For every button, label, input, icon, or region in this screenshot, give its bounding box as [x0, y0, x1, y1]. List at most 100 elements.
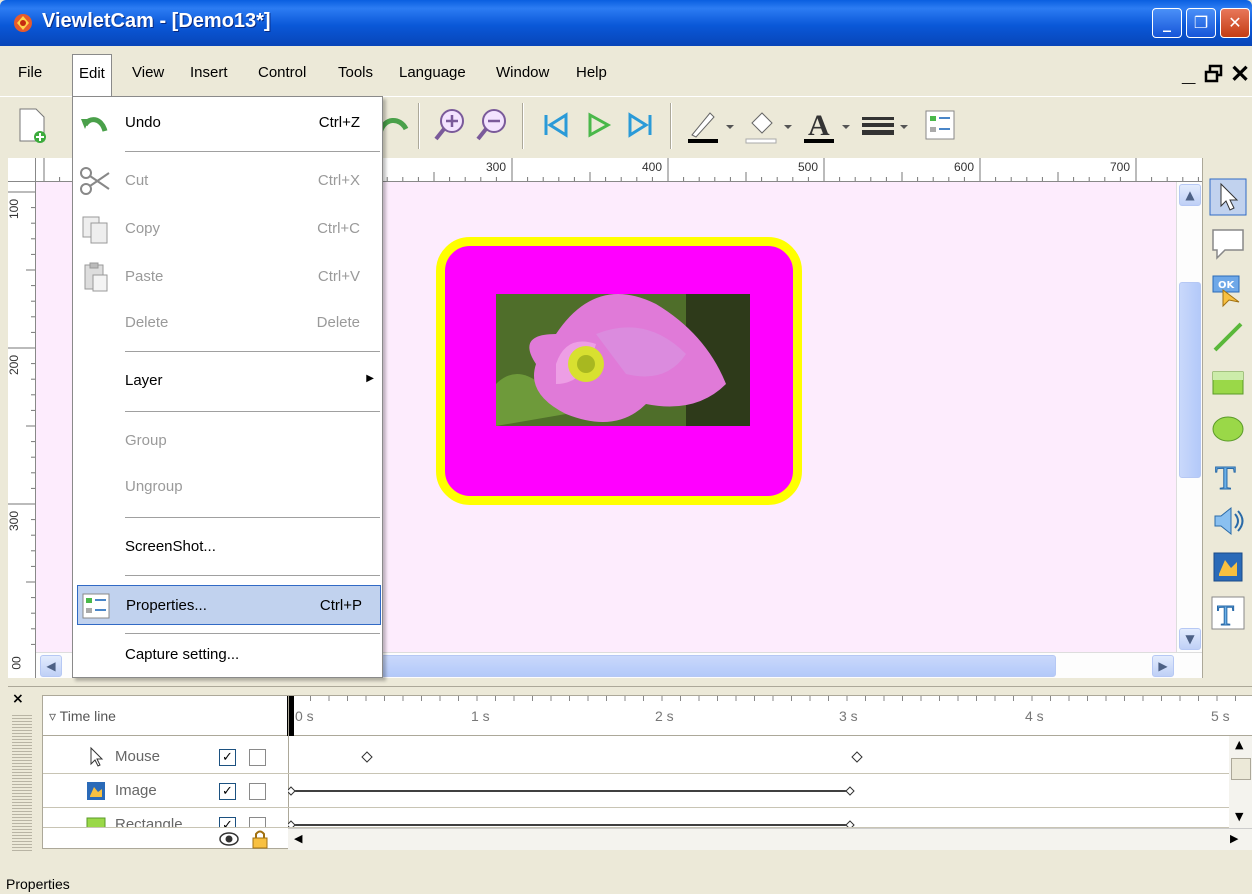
scroll-up-button[interactable]: ▲ — [1179, 184, 1201, 206]
tool-palette: OK T T — [1202, 158, 1252, 678]
mouse-keyframes — [361, 751, 863, 763]
text-tool-icon[interactable]: T — [1209, 456, 1247, 495]
menu-item-delete[interactable]: Delete Delete — [73, 303, 382, 343]
text-box-tool-icon[interactable]: T — [1209, 594, 1247, 632]
visibility-checkbox[interactable]: ✓ — [219, 749, 236, 766]
flower-image[interactable] — [496, 294, 750, 426]
sound-tool-icon[interactable] — [1209, 502, 1247, 540]
scroll-right-button[interactable]: ▶ — [1152, 655, 1174, 677]
timeline-vertical-scrollbar[interactable]: ▲ ▼ — [1229, 736, 1252, 828]
canvas-vertical-scrollbar[interactable]: ▲ ▼ — [1176, 182, 1202, 652]
menu-tools[interactable]: Tools — [338, 64, 373, 81]
line-style-icon[interactable] — [860, 105, 910, 145]
menu-window[interactable]: Window — [496, 64, 549, 81]
scroll-left-button[interactable]: ◀ — [40, 655, 62, 677]
menu-item-shortcut: Ctrl+C — [317, 220, 360, 237]
timeline-scroll-down-icon[interactable]: ▼ — [1235, 810, 1243, 823]
new-document-icon[interactable] — [14, 105, 50, 145]
track-label: Rectangle — [115, 816, 183, 828]
track-label: Mouse — [115, 748, 161, 765]
menu-item-layer[interactable]: Layer ▶ — [73, 361, 382, 401]
lock-checkbox[interactable] — [249, 817, 266, 827]
menu-item-undo[interactable]: Undo Ctrl+Z — [73, 103, 382, 143]
timeline-scroll-right-icon[interactable]: ▶ — [1230, 832, 1238, 845]
menu-item-label: Group — [125, 432, 167, 449]
track-row-image[interactable]: Image ✓ — [43, 774, 1252, 808]
line-color-icon[interactable] — [686, 105, 736, 145]
lock-icon — [252, 830, 268, 849]
mdi-restore-button[interactable] — [1204, 64, 1224, 90]
rectangle-duration-bar[interactable] — [288, 808, 1228, 828]
callout-tool-icon[interactable] — [1209, 226, 1247, 264]
timeline-scale — [291, 696, 1236, 701]
visibility-checkbox[interactable]: ✓ — [219, 783, 236, 800]
close-button[interactable]: ✕ — [1220, 8, 1250, 38]
menu-item-group[interactable]: Group — [73, 421, 382, 461]
track-row-rectangle[interactable]: Rectangle ✓ — [43, 808, 1252, 828]
menu-item-shortcut: Ctrl+P — [319, 597, 362, 614]
ruler-label: 400 — [642, 160, 663, 174]
timeline-scroll-up-icon[interactable]: ▲ — [1235, 738, 1243, 751]
timeline-scroll-thumb[interactable] — [1231, 758, 1251, 780]
button-tool-icon[interactable]: OK — [1209, 272, 1247, 310]
menu-insert[interactable]: Insert — [190, 64, 228, 81]
toolbar-separator — [418, 103, 420, 149]
toolbar-separator — [670, 103, 672, 149]
last-frame-icon[interactable] — [622, 105, 658, 145]
timeline-grip[interactable] — [12, 713, 32, 853]
horizontal-scroll-thumb[interactable] — [381, 655, 1056, 677]
fill-color-icon[interactable] — [744, 105, 794, 145]
scroll-down-button[interactable]: ▼ — [1179, 628, 1201, 650]
lock-checkbox[interactable] — [249, 749, 266, 766]
font-color-icon[interactable]: A — [802, 105, 852, 145]
ruler-bottom-corner: 00 — [8, 652, 36, 678]
menu-bar: File Edit View Insert Control Tools Lang… — [0, 46, 1252, 96]
menu-item-copy[interactable]: Copy Ctrl+C — [73, 209, 382, 249]
pointer-tool-icon[interactable] — [1209, 178, 1247, 216]
properties-toolbar-icon[interactable] — [922, 105, 958, 145]
paste-icon — [84, 262, 108, 292]
ruler-label: 00 — [9, 656, 24, 670]
line-tool-icon[interactable] — [1209, 318, 1247, 356]
vertical-ruler: 100 200 300 — [8, 182, 36, 652]
mdi-close-button[interactable]: ✕ — [1230, 60, 1250, 89]
menu-help[interactable]: Help — [576, 64, 607, 81]
menu-item-label: ScreenShot... — [125, 538, 216, 555]
track-row-mouse[interactable]: Mouse ✓ — [43, 740, 1252, 774]
timeline-close-icon[interactable]: × — [12, 691, 24, 707]
menu-item-paste[interactable]: Paste Ctrl+V — [73, 257, 382, 297]
menu-item-properties[interactable]: Properties... Ctrl+P — [77, 585, 381, 625]
timeline-header: ▿ Time line 0 s 1 s 2 s 3 s 4 s 5 s — [43, 696, 1252, 736]
image-tool-icon[interactable] — [1209, 548, 1247, 586]
first-frame-icon[interactable] — [538, 105, 574, 145]
menu-item-screenshot[interactable]: ScreenShot... — [73, 527, 382, 567]
menu-item-ungroup[interactable]: Ungroup — [73, 467, 382, 507]
image-duration-bar[interactable] — [288, 774, 1228, 808]
lock-checkbox[interactable] — [249, 783, 266, 800]
menu-edit[interactable]: Edit — [72, 54, 112, 96]
timeline-header-label[interactable]: ▿ Time line — [49, 708, 116, 725]
visibility-checkbox[interactable]: ✓ — [219, 817, 236, 827]
minimize-button[interactable]: _ — [1152, 8, 1182, 38]
ruler-label: 500 — [798, 160, 819, 174]
timeline-horizontal-scrollbar[interactable]: ◀ ▶ — [288, 828, 1252, 850]
menu-control[interactable]: Control — [258, 64, 306, 81]
rectangle-tool-icon[interactable] — [1209, 364, 1247, 402]
mdi-minimize-button[interactable]: _ — [1182, 60, 1195, 88]
menu-item-cut[interactable]: Cut Ctrl+X — [73, 161, 382, 201]
maximize-button[interactable]: ❐ — [1186, 8, 1216, 38]
zoom-out-icon[interactable] — [474, 105, 510, 145]
tick-2s: 2 s — [655, 708, 674, 724]
menu-item-label: Delete — [125, 314, 169, 331]
timeline-footer-icons — [219, 830, 268, 849]
timeline-scroll-left-icon[interactable]: ◀ — [294, 832, 302, 845]
menu-view[interactable]: View — [132, 64, 164, 81]
menu-item-capture-setting[interactable]: Capture setting... — [73, 635, 382, 675]
vertical-scroll-thumb[interactable] — [1179, 282, 1201, 478]
menu-file[interactable]: File — [18, 64, 42, 81]
ellipse-tool-icon[interactable] — [1209, 410, 1247, 448]
menu-language[interactable]: Language — [399, 64, 466, 81]
ruler-label: 100 — [8, 198, 22, 220]
play-icon[interactable] — [580, 105, 616, 145]
zoom-in-icon[interactable] — [432, 105, 468, 145]
